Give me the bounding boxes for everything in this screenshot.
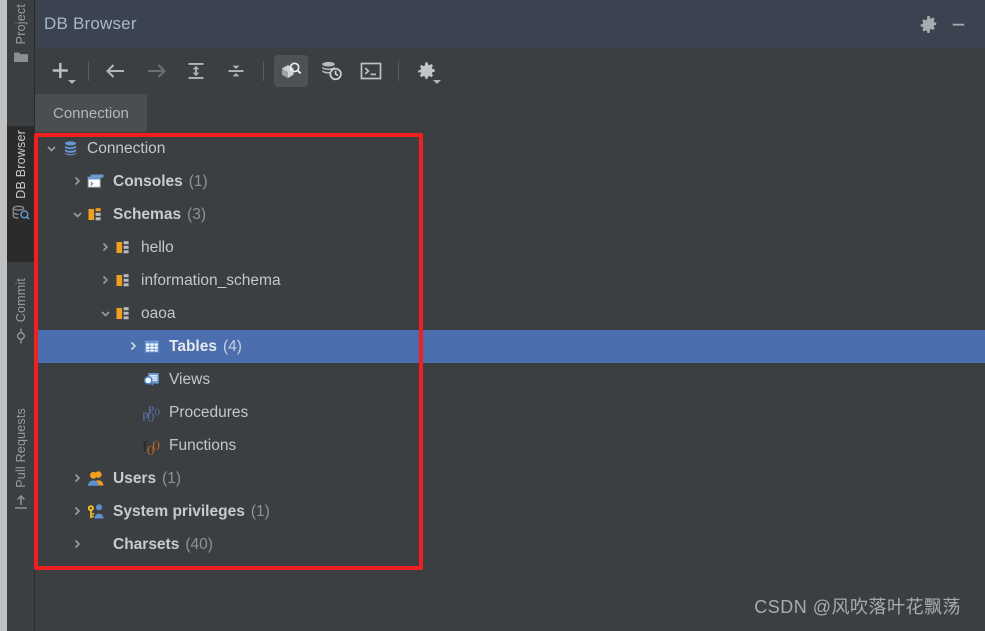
chevron-right-icon[interactable] [69, 175, 85, 188]
tree-row-label: System privileges [113, 502, 245, 520]
chevron-down-icon[interactable] [43, 142, 59, 155]
toolbar-separator-2 [263, 61, 264, 81]
window-edge [0, 0, 7, 631]
key-privileges-icon [85, 503, 107, 520]
view-icon [141, 371, 163, 388]
tree-row-views[interactable]: Views [35, 363, 985, 396]
tree-row-hello[interactable]: hello [35, 231, 985, 264]
stripe-tab-project[interactable]: Project [7, 0, 35, 110]
tree-row-label: Users [113, 469, 157, 487]
stripe-tab-commit[interactable]: Commit [7, 274, 35, 392]
tree-row-label: Procedures [169, 403, 249, 421]
table-icon [141, 338, 163, 355]
tree-row-count: (1) [162, 469, 182, 487]
schema-icon [113, 305, 135, 322]
tree-row-label: information_schema [141, 271, 281, 289]
svg-text:(): () [148, 411, 155, 422]
tree-row-procedures[interactable]: p P () () Procedures [35, 396, 985, 429]
object-filter-button[interactable] [274, 55, 308, 87]
schema-icon [85, 206, 107, 223]
chevron-down-icon[interactable] [97, 307, 113, 320]
pull-request-icon [13, 494, 29, 513]
tree-row-schemas[interactable]: Schemas (3) [35, 198, 985, 231]
tree-row-count: (3) [187, 205, 207, 223]
tree-row-oaoa[interactable]: oaoa [35, 297, 985, 330]
tree-row-count: (1) [188, 172, 208, 190]
toolbar-separator-3 [398, 61, 399, 81]
tree-row-count: (4) [222, 337, 242, 355]
tree-row-label: hello [141, 238, 174, 256]
chevron-right-icon[interactable] [69, 505, 85, 518]
tree-row-connection[interactable]: Connection [35, 132, 985, 165]
tool-window-titlebar: DB Browser [35, 0, 985, 48]
tree-row-tables[interactable]: Tables (4) [35, 330, 985, 363]
database-search-icon [12, 205, 30, 224]
forward-button[interactable] [139, 55, 173, 87]
users-icon [85, 470, 107, 487]
database-tree: Connection Consoles (1) Schemas (3) hell… [35, 132, 985, 631]
tree-row-consoles[interactable]: Consoles (1) [35, 165, 985, 198]
chevron-right-icon[interactable] [97, 241, 113, 254]
commit-icon [13, 328, 29, 347]
tree-row-label: Tables [169, 337, 217, 355]
minimize-icon[interactable] [943, 9, 973, 39]
db-browser-toolbar [35, 48, 985, 94]
connection-tabstrip: Connection [35, 94, 985, 132]
db-browser-window: Project DB Browser Commit Pull Requests … [0, 0, 985, 631]
console-window-icon [85, 173, 107, 190]
stripe-tab-project-label: Project [14, 4, 28, 45]
svg-text:(): () [155, 407, 161, 416]
db-browser-tool-window: DB Browser Connection Connection Console… [35, 0, 985, 631]
stripe-tab-pull-requests-label: Pull Requests [14, 408, 28, 488]
stripe-tab-pull-requests[interactable]: Pull Requests [7, 404, 35, 554]
tree-row-label: oaoa [141, 304, 176, 322]
gear-icon[interactable] [913, 9, 943, 39]
tree-row-system-privileges[interactable]: System privileges (1) [35, 495, 985, 528]
tree-row-label: Functions [169, 436, 237, 454]
chevron-down-icon [68, 80, 76, 84]
tree-row-label: Schemas [113, 205, 182, 223]
chevron-down-icon-2 [433, 80, 441, 84]
stripe-tab-db-browser-label: DB Browser [14, 130, 28, 199]
tree-row-label: Views [169, 370, 211, 388]
back-button[interactable] [99, 55, 133, 87]
schema-icon [113, 239, 135, 256]
add-button[interactable] [44, 55, 78, 87]
collapse-all-button[interactable] [219, 55, 253, 87]
tree-row-label: Connection [87, 139, 166, 157]
tree-row-count: (1) [250, 502, 270, 520]
tabstrip-filler [146, 94, 985, 132]
database-icon [59, 140, 81, 157]
db-history-button[interactable] [314, 55, 348, 87]
schema-icon [113, 272, 135, 289]
chevron-right-icon[interactable] [69, 538, 85, 551]
svg-text:(): () [153, 439, 161, 451]
tree-row-information-schema[interactable]: information_schema [35, 264, 985, 297]
chevron-right-icon[interactable] [125, 340, 141, 353]
procedure-icon: p P () () [141, 404, 163, 422]
page-title: DB Browser [44, 14, 137, 33]
chevron-right-icon[interactable] [97, 274, 113, 287]
function-icon: f () () [141, 437, 163, 455]
stripe-tab-commit-label: Commit [14, 278, 28, 323]
tree-row-label: Charsets [113, 535, 180, 553]
tree-row-users[interactable]: Users (1) [35, 462, 985, 495]
chevron-right-icon[interactable] [69, 472, 85, 485]
watermark-text: CSDN @风吹落叶花飘荡 [754, 597, 961, 617]
chevron-down-icon[interactable] [69, 208, 85, 221]
tool-window-stripe: Project DB Browser Commit Pull Requests [0, 0, 35, 631]
stripe-tab-db-browser[interactable]: DB Browser [7, 126, 35, 262]
folder-icon [13, 50, 29, 67]
expand-all-button[interactable] [179, 55, 213, 87]
tree-row-count: (40) [185, 535, 213, 553]
toolbar-separator [88, 61, 89, 81]
settings-button[interactable] [409, 55, 443, 87]
tab-connection-label: Connection [53, 104, 129, 122]
tree-row-functions[interactable]: f () () Functions [35, 429, 985, 462]
tree-row-label: Consoles [113, 172, 183, 190]
terminal-icon[interactable] [354, 55, 388, 87]
tree-row-charsets[interactable]: Charsets (40) [35, 528, 985, 561]
tab-connection[interactable]: Connection [35, 94, 147, 132]
